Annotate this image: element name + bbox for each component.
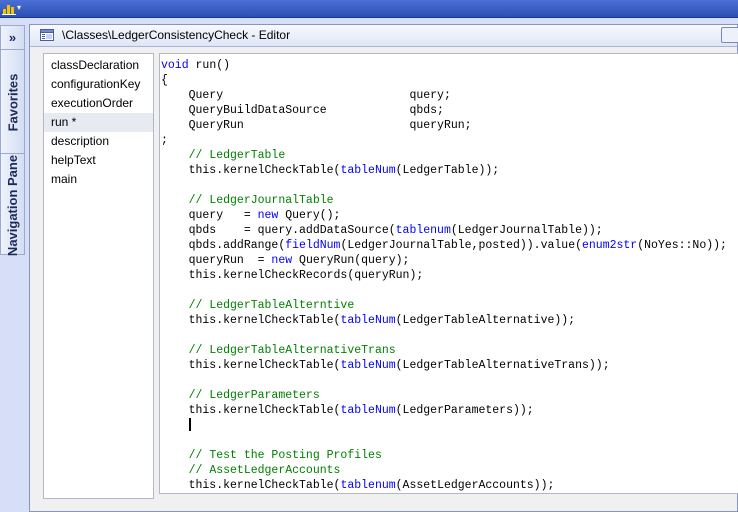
code-line[interactable]: this.kernelCheckTable(tableNum(LedgerPar… (161, 403, 727, 418)
chart-icon[interactable] (2, 2, 16, 15)
method-item[interactable]: helpText (44, 151, 153, 170)
code-line[interactable]: queryRun = new QueryRun(query); (161, 253, 727, 268)
code-line[interactable]: { (161, 73, 727, 88)
code-line[interactable]: QueryRun queryRun; (161, 118, 727, 133)
code-line[interactable]: Query query; (161, 88, 727, 103)
class-editor-icon (40, 29, 54, 41)
code-line[interactable] (161, 433, 727, 448)
code-line[interactable] (161, 178, 727, 193)
close-icon[interactable] (721, 27, 738, 43)
code-line[interactable]: this.kernelCheckRecords(queryRun); (161, 268, 727, 283)
app-top-strip: ▾ (0, 0, 738, 18)
method-item[interactable]: classDeclaration (44, 56, 153, 75)
code-line[interactable]: // LedgerParameters (161, 388, 727, 403)
method-item[interactable]: configurationKey (44, 75, 153, 94)
code-line[interactable] (161, 418, 727, 433)
method-item[interactable]: run * (44, 113, 153, 132)
code-line[interactable]: // LedgerTableAlternativeTrans (161, 343, 727, 358)
code-line[interactable]: QueryBuildDataSource qbds; (161, 103, 727, 118)
tab-favorites[interactable]: Favorites (1, 51, 24, 154)
code-line[interactable]: void run() (161, 58, 727, 73)
code-line[interactable]: // LedgerTable (161, 148, 727, 163)
code-line[interactable] (161, 373, 727, 388)
editor-title: \Classes\LedgerConsistencyCheck - Editor (62, 28, 291, 42)
code-line[interactable]: this.kernelCheckTable(tableNum(LedgerTab… (161, 358, 727, 373)
method-list: classDeclaration configurationKey executio… (43, 53, 154, 499)
code-line[interactable]: ; (161, 133, 727, 148)
code-line[interactable]: // LedgerJournalTable (161, 193, 727, 208)
code-line[interactable]: qbds = query.addDataSource(tablenum(Ledg… (161, 223, 727, 238)
text-caret (188, 418, 191, 431)
code-line[interactable]: // AssetLedgerAccounts (161, 463, 727, 478)
code-line[interactable]: this.kernelCheckTable(tableNum(LedgerTab… (161, 163, 727, 178)
tab-navigation-pane-label: Navigation Pane (5, 154, 21, 256)
tab-navigation-pane[interactable]: Navigation Pane (1, 154, 24, 256)
code-line[interactable]: qbds.addRange(fieldNum(LedgerJournalTabl… (161, 238, 727, 253)
code-line[interactable]: query = new Query(); (161, 208, 727, 223)
editor-window: \Classes\LedgerConsistencyCheck - Editor… (29, 24, 738, 512)
navigation-pane-strip: » Favorites Navigation Pane (0, 25, 25, 256)
code-line[interactable] (161, 328, 727, 343)
code-text[interactable]: void run(){ Query query; QueryBuildDataS… (161, 58, 727, 494)
code-line[interactable]: } (161, 493, 727, 494)
tab-favorites-label: Favorites (5, 73, 20, 131)
method-item[interactable]: description (44, 132, 153, 151)
method-item[interactable]: executionOrder (44, 94, 153, 113)
code-line[interactable]: this.kernelCheckTable(tableNum(LedgerTab… (161, 313, 727, 328)
expand-pane-icon[interactable]: » (1, 26, 24, 50)
method-item[interactable]: main (44, 170, 153, 189)
code-editor[interactable]: void run(){ Query query; QueryBuildDataS… (159, 53, 738, 494)
code-line[interactable] (161, 283, 727, 298)
editor-title-bar[interactable]: \Classes\LedgerConsistencyCheck - Editor (30, 25, 738, 47)
app-menu-arrow-icon[interactable]: ▾ (17, 3, 21, 13)
code-line[interactable]: // Test the Posting Profiles (161, 448, 727, 463)
code-line[interactable]: // LedgerTableAlterntive (161, 298, 727, 313)
code-line[interactable]: this.kernelCheckTable(tablenum(AssetLedg… (161, 478, 727, 493)
